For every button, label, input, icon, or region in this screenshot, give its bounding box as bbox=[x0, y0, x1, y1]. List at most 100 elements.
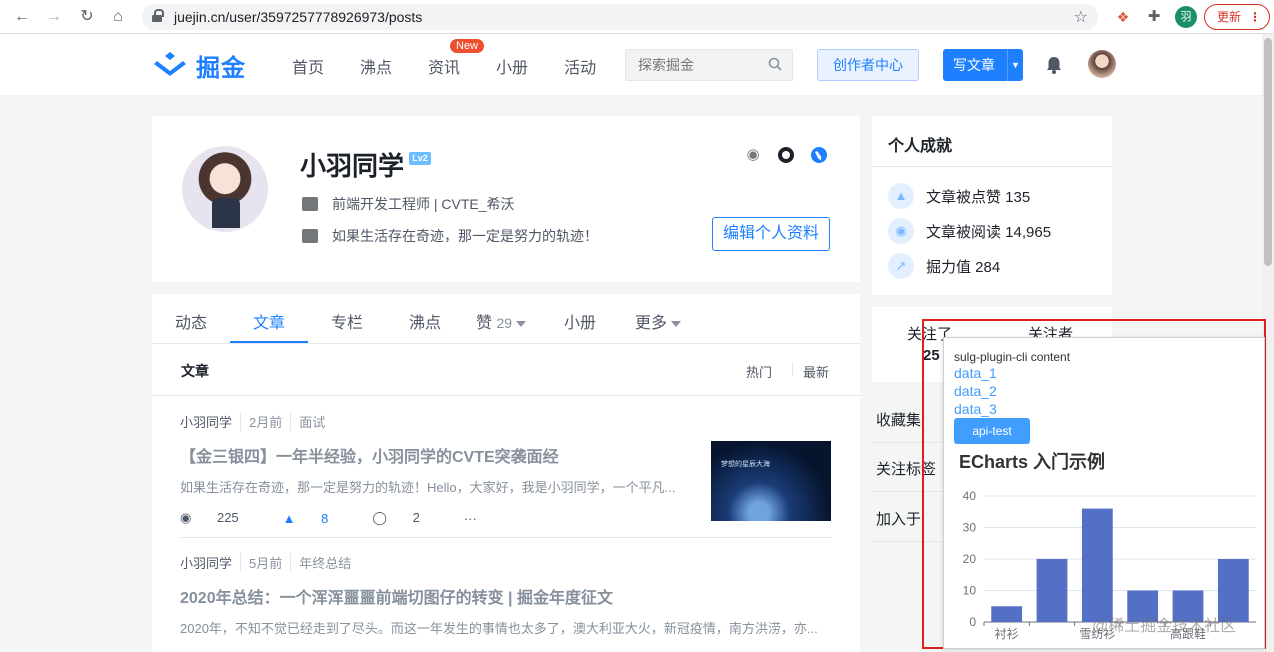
article-abstract: 如果生活存在奇迹，那一定是努力的轨迹！Hello，大家好，我是小羽同学，一个平凡… bbox=[180, 480, 676, 495]
article-time: 5月前 bbox=[240, 553, 290, 572]
y-tick-label: 40 bbox=[963, 489, 977, 503]
api-test-button[interactable]: api-test bbox=[954, 418, 1030, 444]
weibo-icon[interactable]: ◉ bbox=[744, 146, 762, 164]
browser-update-button[interactable]: 更新 ⋮ bbox=[1204, 4, 1270, 30]
article-title[interactable]: 【金三银四】一年半经验，小羽同学的CVTE突袭面经 bbox=[180, 443, 700, 467]
article-thumbnail[interactable]: 梦想的星辰大海 bbox=[711, 441, 831, 521]
article-tag[interactable]: 面试 bbox=[290, 412, 333, 431]
achievement-likes: ▲ 文章被点赞 135 bbox=[888, 183, 1030, 209]
nav-events[interactable]: 活动 bbox=[564, 54, 596, 78]
browser-toolbar: ← → ↻ ⌂ juejin.cn/user/3597257778926973/… bbox=[0, 0, 1274, 34]
plugin-link-data-1[interactable]: data_1 bbox=[954, 365, 997, 381]
reload-icon[interactable]: ↻ bbox=[77, 7, 97, 27]
dropdown-triangle-icon bbox=[516, 320, 527, 327]
search-input[interactable] bbox=[626, 50, 756, 80]
x-tick-label: 衬衫 bbox=[995, 627, 1019, 641]
tab-articles[interactable]: 文章 bbox=[253, 309, 285, 333]
article-title[interactable]: 2020年总结：一个浑浑噩噩前端切图仔的转变 | 掘金年度征文 bbox=[180, 584, 832, 608]
posts-panel: 动态 文章 专栏 沸点 赞 29 小册 更多 文章 热门 最新 小羽同学 2月前… bbox=[152, 294, 860, 652]
plugin-link-data-2[interactable]: data_2 bbox=[954, 383, 997, 399]
tab-activity[interactable]: 动态 bbox=[175, 309, 207, 333]
search-icon[interactable] bbox=[768, 57, 782, 71]
comments-stat[interactable]: ◯ 2 bbox=[372, 510, 441, 526]
address-bar[interactable]: juejin.cn/user/3597257778926973/posts ☆ bbox=[142, 4, 1098, 30]
creator-center-button[interactable]: 创作者中心 bbox=[817, 49, 919, 81]
y-tick-label: 30 bbox=[963, 521, 977, 535]
github-icon[interactable] bbox=[777, 146, 795, 164]
achievement-likes-text: 文章被点赞 135 bbox=[926, 188, 1031, 206]
dropdown-triangle-icon bbox=[671, 320, 682, 327]
lock-icon bbox=[152, 9, 164, 23]
list-header: 文章 热门 最新 bbox=[152, 344, 860, 396]
sort-hot[interactable]: 热门 bbox=[746, 362, 772, 381]
write-article-button[interactable]: 写文章 ▼ bbox=[943, 49, 1023, 81]
achievements-title: 个人成就 bbox=[872, 116, 1112, 167]
update-label: 更新 bbox=[1217, 10, 1242, 24]
plugin-title: sulg-plugin-cli content bbox=[954, 350, 1071, 364]
article-divider bbox=[180, 537, 832, 538]
level-badge: Lv2 bbox=[409, 152, 431, 165]
tab-pins[interactable]: 沸点 bbox=[409, 309, 441, 333]
main-nav: 首页 沸点 资讯 小册 活动 bbox=[292, 54, 632, 78]
eye-icon: ◉ bbox=[888, 218, 914, 244]
profile-card: 小羽同学 Lv2 前端开发工程师 | CVTE_希沃 如果生活存在奇迹，那一定是… bbox=[152, 116, 860, 282]
bar-衬衫[interactable] bbox=[991, 606, 1023, 622]
thumb-up-icon: ▲ bbox=[282, 510, 296, 526]
back-arrow-icon[interactable]: ← bbox=[12, 7, 32, 27]
website-globe-icon[interactable] bbox=[810, 146, 828, 164]
briefcase-icon bbox=[302, 197, 318, 211]
notification-bell-icon[interactable] bbox=[1044, 55, 1064, 75]
user-avatar[interactable] bbox=[1088, 50, 1116, 78]
y-tick-label: 0 bbox=[969, 615, 976, 629]
likes-stat[interactable]: ▲ 8 bbox=[283, 511, 351, 526]
article-item[interactable]: 小羽同学 5月前 年终总结 2020年总结：一个浑浑噩噩前端切图仔的转变 | 掘… bbox=[180, 553, 832, 637]
juejin-logo[interactable]: 掘金 bbox=[152, 48, 246, 82]
forward-arrow-icon[interactable]: → bbox=[44, 7, 64, 27]
bookmark-star-icon[interactable]: ☆ bbox=[1074, 7, 1088, 27]
extension-icon[interactable]: ❖ bbox=[1113, 7, 1133, 27]
tab-more[interactable]: 更多 bbox=[635, 309, 682, 333]
tab-more-label: 更多 bbox=[635, 315, 668, 332]
article-tag[interactable]: 年终总结 bbox=[290, 553, 359, 572]
article-author[interactable]: 小羽同学 bbox=[180, 412, 240, 431]
browser-profile-avatar[interactable]: 羽 bbox=[1175, 6, 1197, 28]
job-text: 前端开发工程师 | CVTE_希沃 bbox=[332, 196, 515, 212]
plugin-popup: sulg-plugin-cli content data_1 data_2 da… bbox=[943, 337, 1265, 649]
side-link-collections[interactable]: 收藏集 bbox=[876, 409, 921, 430]
tab-columns[interactable]: 专栏 bbox=[331, 309, 363, 333]
plugin-link-data-3[interactable]: data_3 bbox=[954, 401, 997, 417]
home-icon[interactable]: ⌂ bbox=[108, 7, 128, 27]
thumbnail-caption: 梦想的星辰大海 bbox=[721, 461, 770, 468]
nav-news[interactable]: 资讯 bbox=[428, 54, 460, 78]
achievements-card: 个人成就 ▲ 文章被点赞 135 ◉ 文章被阅读 14,965 ↗ 掘力值 28… bbox=[872, 116, 1112, 295]
nav-home[interactable]: 首页 bbox=[292, 54, 324, 78]
sort-divider bbox=[792, 362, 793, 376]
bar-雪纺衫[interactable] bbox=[1081, 508, 1113, 622]
likes-count-article: 8 bbox=[321, 510, 329, 526]
id-card-icon bbox=[302, 229, 318, 243]
more-vert-icon: ⋮ bbox=[1249, 10, 1261, 24]
nav-pins[interactable]: 沸点 bbox=[360, 54, 392, 78]
thumb-up-icon: ▲ bbox=[888, 183, 914, 209]
achievement-reads-text: 文章被阅读 14,965 bbox=[926, 223, 1052, 241]
tab-likes[interactable]: 赞 29 bbox=[476, 309, 527, 333]
comment-icon: ◯ bbox=[372, 510, 387, 525]
article-author[interactable]: 小羽同学 bbox=[180, 553, 240, 572]
sort-newest[interactable]: 最新 bbox=[803, 362, 829, 381]
tab-likes-label: 赞 bbox=[476, 315, 493, 332]
scrollbar-thumb[interactable] bbox=[1264, 38, 1272, 266]
profile-job: 前端开发工程师 | CVTE_希沃 bbox=[302, 194, 515, 214]
achievement-reads: ◉ 文章被阅读 14,965 bbox=[888, 218, 1051, 244]
caret-down-icon[interactable]: ▼ bbox=[1007, 49, 1023, 81]
edit-profile-button[interactable]: 编辑个人资料 bbox=[712, 217, 830, 251]
chart-title: ECharts 入门示例 bbox=[959, 452, 1106, 472]
extensions-puzzle-icon[interactable]: ✚ bbox=[1144, 7, 1164, 27]
tab-books[interactable]: 小册 bbox=[564, 309, 596, 333]
bar-羊毛衫[interactable] bbox=[1036, 559, 1068, 622]
write-label: 写文章 bbox=[953, 57, 995, 73]
views-stat: ◉ 225 bbox=[180, 510, 261, 526]
logo-mark-icon bbox=[154, 52, 186, 76]
profile-avatar bbox=[182, 146, 268, 232]
nav-books[interactable]: 小册 bbox=[496, 54, 528, 78]
more-actions-icon[interactable]: ··· bbox=[464, 511, 477, 526]
